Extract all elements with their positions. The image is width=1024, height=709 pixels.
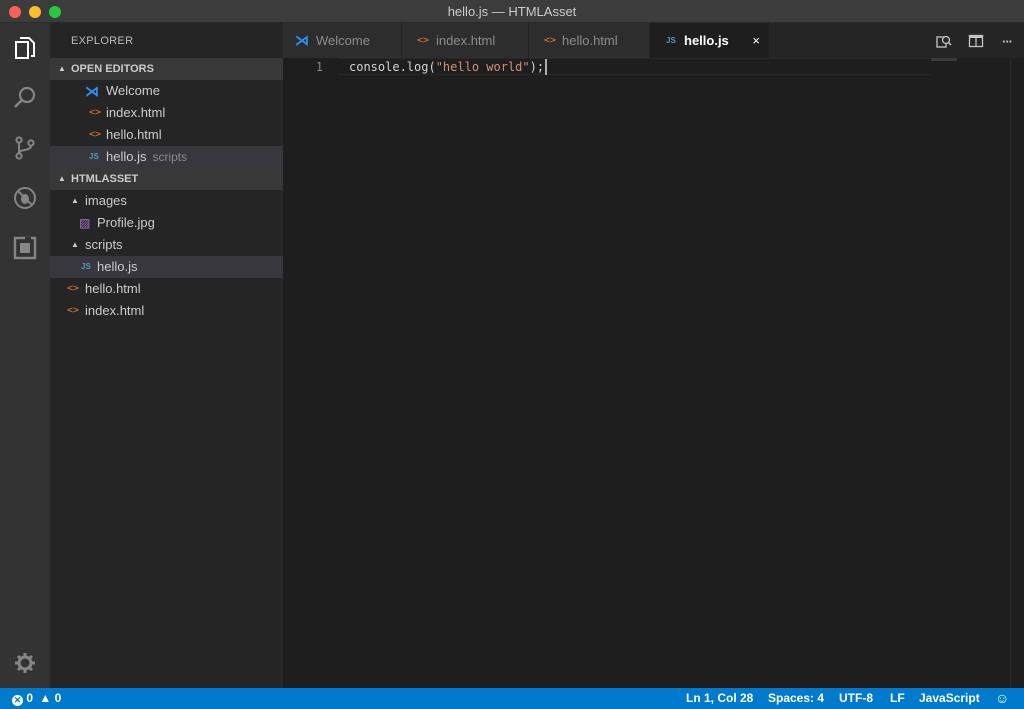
text-cursor <box>545 59 547 75</box>
vscode-window: hello.js — HTMLAsset EXPLORER ▲ OPEN EDI… <box>0 0 1024 709</box>
html-file-icon: <> <box>417 35 430 46</box>
indentation-setting[interactable]: Spaces: 4 <box>768 688 824 709</box>
code-editor[interactable]: 1 console.log("hello world"); <box>283 58 1024 688</box>
error-icon: ✕ <box>12 695 23 706</box>
item-label: hello.js <box>106 149 147 164</box>
status-bar: ✕ 0 ▲ 0 Ln 1, Col 28 Spaces: 4 UTF-8 LF … <box>0 688 1024 709</box>
open-editor-item-hello-js[interactable]: JS hello.js scripts <box>50 146 283 168</box>
open-editor-item-index-html[interactable]: <> index.html <box>50 102 283 124</box>
more-actions-icon[interactable]: ··· <box>997 31 1017 51</box>
tab-index-html[interactable]: <> index.html <box>402 23 529 58</box>
gear-icon[interactable] <box>0 639 50 687</box>
minimap[interactable] <box>931 58 957 61</box>
title-bar: hello.js — HTMLAsset <box>0 0 1024 23</box>
debug-icon[interactable] <box>0 174 50 222</box>
section-label: OPEN EDITORS <box>71 63 154 75</box>
error-count: 0 <box>26 691 34 705</box>
line-number: 1 <box>315 60 323 74</box>
open-editor-item-hello-html[interactable]: <> hello.html <box>50 124 283 146</box>
html-file-icon: <> <box>67 305 80 316</box>
warning-count: 0 <box>54 691 62 705</box>
close-tab-button[interactable]: × <box>752 23 760 58</box>
item-label: hello.html <box>106 127 162 142</box>
item-label: index.html <box>106 105 166 120</box>
vscode-icon: ⋊ <box>295 32 309 48</box>
sidebar-title: EXPLORER <box>71 35 134 47</box>
encoding-setting[interactable]: UTF-8 <box>839 688 873 709</box>
extensions-icon[interactable] <box>0 224 50 272</box>
js-file-icon: JS <box>666 36 676 45</box>
item-label: index.html <box>85 303 145 318</box>
code-string-token: "hello world" <box>435 60 530 74</box>
html-file-icon: <> <box>89 129 102 140</box>
tab-label: hello.js <box>684 33 729 48</box>
eol-setting[interactable]: LF <box>890 688 905 709</box>
code-line-1[interactable]: console.log("hello world"); <box>349 58 544 76</box>
language-mode[interactable]: JavaScript <box>919 688 980 709</box>
js-file-icon: JS <box>89 152 99 161</box>
split-editor-icon[interactable] <box>966 31 986 51</box>
expand-triangle-icon: ▲ <box>71 240 79 249</box>
tab-label: Welcome <box>316 33 370 48</box>
open-editors-header[interactable]: ▲ OPEN EDITORS <box>50 58 283 80</box>
html-file-icon: <> <box>67 283 80 294</box>
item-path-hint: scripts <box>152 150 188 164</box>
item-label: scripts <box>85 237 123 252</box>
code-token: ); <box>529 60 545 74</box>
tab-welcome[interactable]: ⋊ Welcome <box>283 23 402 58</box>
warning-icon: ▲ <box>39 691 52 705</box>
tree-file-hello-js[interactable]: JS hello.js <box>50 256 283 278</box>
cursor-position[interactable]: Ln 1, Col 28 <box>686 688 753 709</box>
tree-file-profile-jpg[interactable]: ▨ Profile.jpg <box>50 212 283 234</box>
editor-tabs: ⋊ Welcome <> index.html <> hello.html JS… <box>283 23 1024 58</box>
source-control-icon[interactable] <box>0 124 50 172</box>
vscode-icon: ⋊ <box>85 83 99 99</box>
explorer-sidebar: EXPLORER ▲ OPEN EDITORS ⋊ Welcome <> ind… <box>50 23 283 688</box>
activity-bar <box>0 23 50 688</box>
html-file-icon: <> <box>544 35 557 46</box>
item-label: hello.html <box>85 281 141 296</box>
expand-triangle-icon: ▲ <box>58 174 66 183</box>
tab-hello-html[interactable]: <> hello.html <box>529 23 650 58</box>
open-preview-icon[interactable] <box>934 31 954 51</box>
smiley-icon[interactable]: ☺ <box>995 688 1009 709</box>
open-editor-item-welcome[interactable]: ⋊ Welcome <box>50 80 283 102</box>
tree-folder-images[interactable]: ▲ images <box>50 190 283 212</box>
section-label: HTMLASSET <box>71 173 139 185</box>
item-label: Welcome <box>106 83 160 98</box>
search-icon[interactable] <box>0 74 50 122</box>
item-label: Profile.jpg <box>97 215 155 230</box>
expand-triangle-icon: ▲ <box>58 64 66 73</box>
project-header[interactable]: ▲ HTMLASSET <box>50 168 283 190</box>
tab-label: index.html <box>436 33 496 48</box>
tab-hello-js[interactable]: JS hello.js × <box>650 23 770 58</box>
vertical-scrollbar[interactable] <box>1010 58 1024 688</box>
problems-indicator[interactable]: ✕ 0 ▲ 0 <box>12 688 61 709</box>
code-token: console.log( <box>349 60 436 74</box>
tree-folder-scripts[interactable]: ▲ scripts <box>50 234 283 256</box>
image-file-icon: ▨ <box>79 216 91 230</box>
item-label: hello.js <box>97 259 138 274</box>
item-label: images <box>85 193 127 208</box>
js-file-icon: JS <box>81 262 91 271</box>
expand-triangle-icon: ▲ <box>71 196 79 205</box>
tab-label: hello.html <box>562 33 618 48</box>
window-title: hello.js — HTMLAsset <box>447 4 577 19</box>
tree-file-index-html[interactable]: <> index.html <box>50 300 283 322</box>
explorer-icon[interactable] <box>0 24 50 72</box>
tree-file-hello-html[interactable]: <> hello.html <box>50 278 283 300</box>
html-file-icon: <> <box>89 107 102 118</box>
